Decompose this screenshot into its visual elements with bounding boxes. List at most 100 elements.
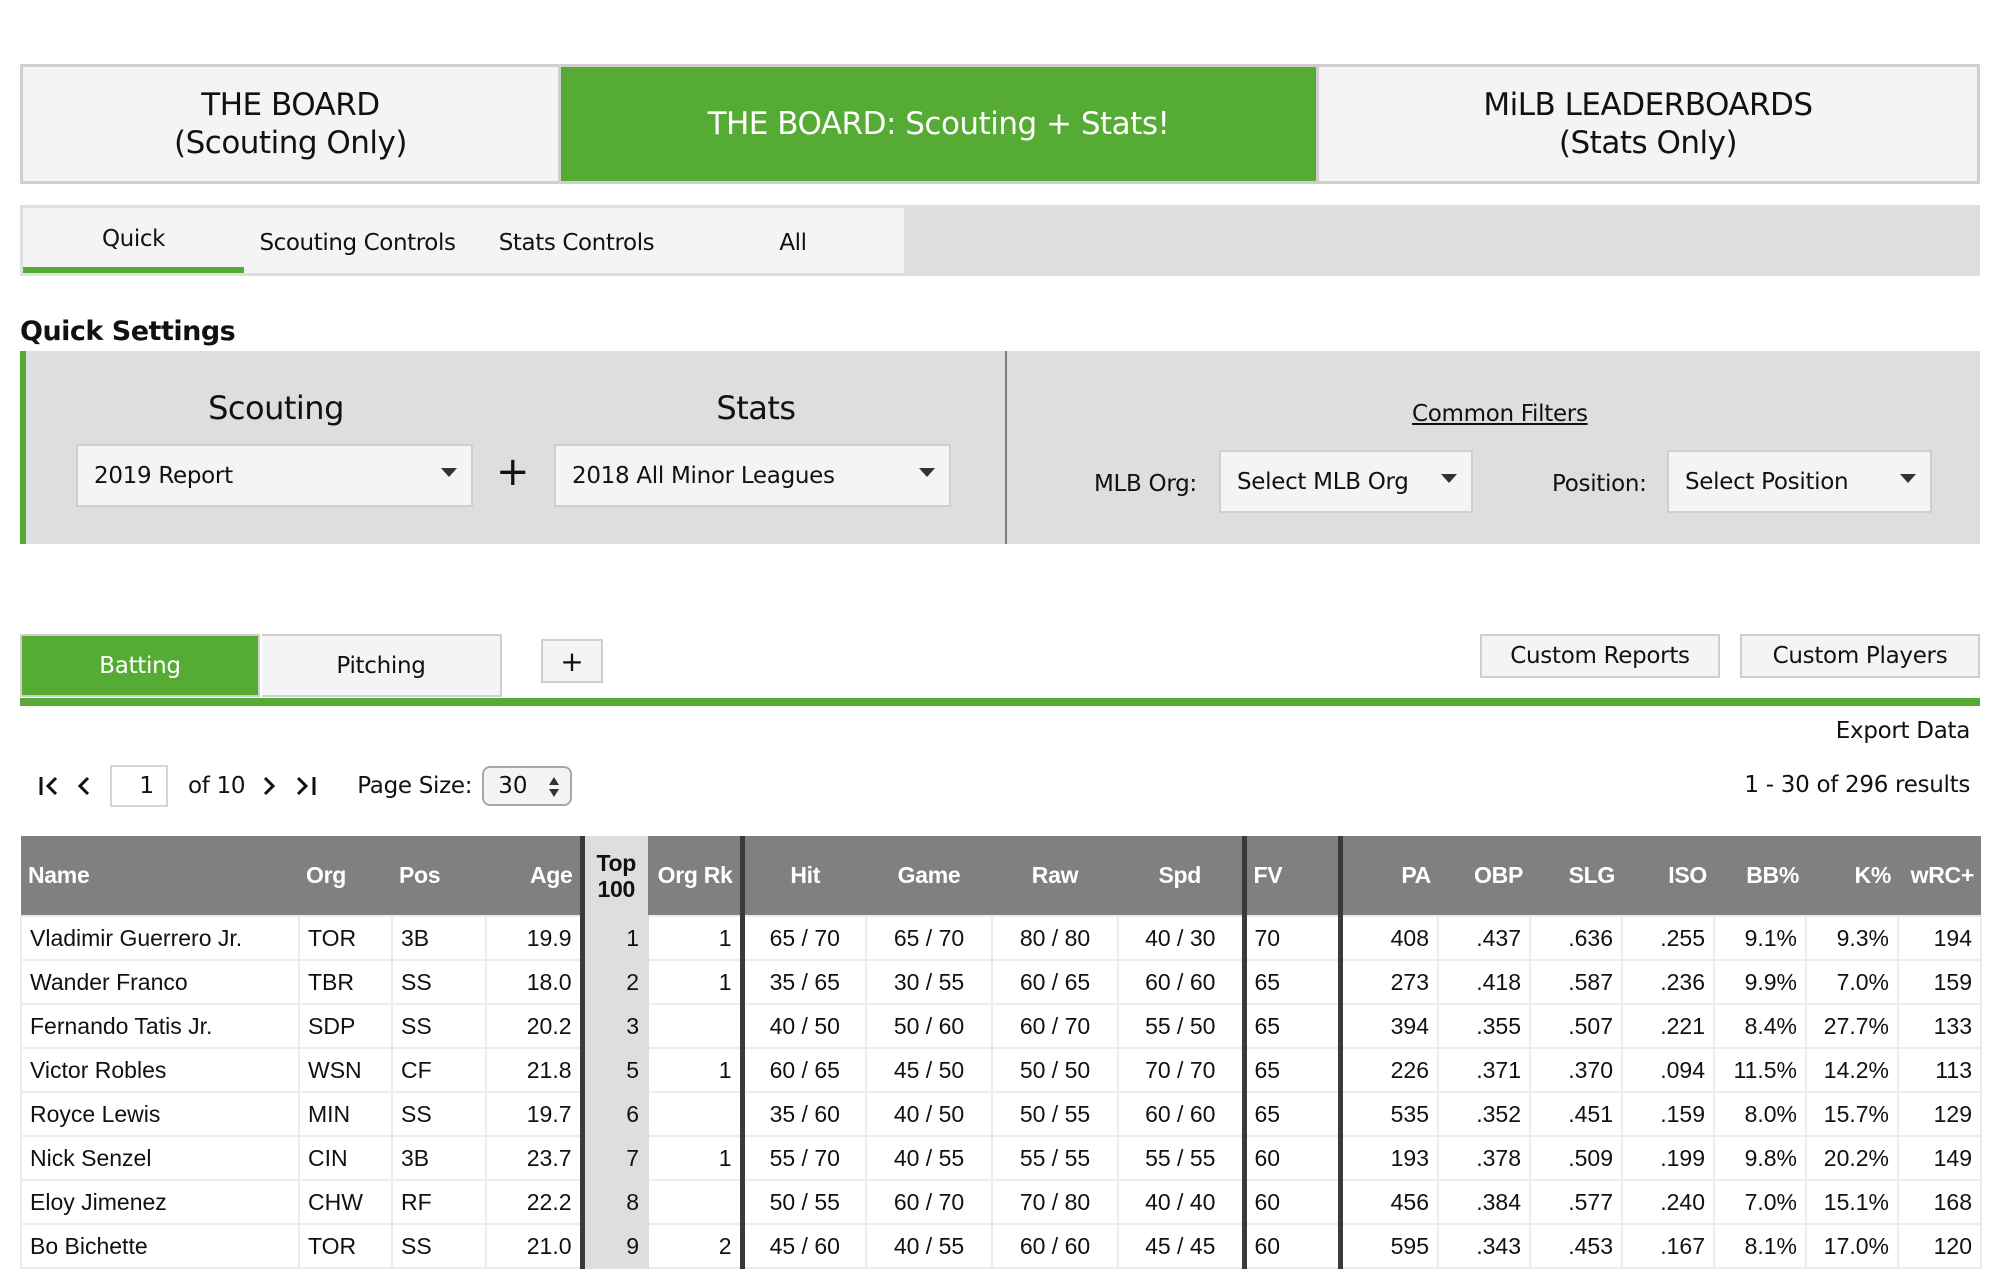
col-header-pos[interactable]: Pos [392, 836, 486, 916]
table-row[interactable]: Victor Robles WSN CF 21.8 5 1 60 / 65 45 / 50 50… [20, 1047, 1982, 1093]
cell-wrc-plus: 149 [1897, 1135, 1982, 1181]
cell-name[interactable]: Royce Lewis [20, 1091, 300, 1137]
col-header-wrc-plus[interactable]: wRC+ [1898, 836, 1981, 916]
subtab-quick[interactable]: Quick [23, 208, 244, 273]
cell-age: 21.8 [485, 1047, 583, 1093]
col-header-obp[interactable]: OBP [1438, 836, 1530, 916]
cell-name[interactable]: Nick Senzel [20, 1135, 300, 1181]
cell-age: 19.7 [485, 1091, 583, 1137]
subtab-stats-controls[interactable]: Stats Controls [471, 208, 682, 273]
cell-obp: .437 [1437, 915, 1531, 961]
table-row[interactable]: Fernando Tatis Jr. SDP SS 20.2 3 40 / 50 50 / … [20, 1003, 1982, 1049]
cell-fv: 60 [1241, 1223, 1341, 1269]
col-header-iso[interactable]: ISO [1622, 836, 1714, 916]
quick-settings-title: Quick Settings [20, 316, 236, 347]
select-value: Select MLB Org [1237, 468, 1409, 495]
cell-obp: .418 [1437, 959, 1531, 1005]
cell-spd: 45 / 45 [1117, 1223, 1245, 1269]
cell-raw: 50 / 50 [991, 1047, 1119, 1093]
tab-the-board-scouting-only[interactable]: THE BOARD (Scouting Only) [23, 67, 558, 181]
col-header-bb-pct[interactable]: BB% [1714, 836, 1806, 916]
cell-slg: .370 [1529, 1047, 1623, 1093]
custom-reports-button[interactable]: Custom Reports [1480, 634, 1720, 678]
col-header-pa[interactable]: PA [1337, 836, 1438, 916]
cell-name[interactable]: Eloy Jimenez [20, 1179, 300, 1225]
cell-game: 45 / 50 [865, 1047, 993, 1093]
subtab-all[interactable]: All [682, 208, 904, 273]
tab-batting[interactable]: Batting [20, 634, 260, 697]
mlb-org-select[interactable]: Select MLB Org [1219, 450, 1473, 513]
col-header-org-rk[interactable]: Org Rk [648, 836, 742, 916]
col-header-spd[interactable]: Spd [1118, 836, 1244, 916]
tab-the-board-scouting-stats[interactable]: THE BOARD: Scouting + Stats! [561, 67, 1316, 181]
next-page-icon[interactable] [255, 771, 283, 801]
table-row[interactable]: Eloy Jimenez CHW RF 22.2 8 50 / 55 60 / 70 70 /… [20, 1179, 1982, 1225]
table-row[interactable]: Vladimir Guerrero Jr. TOR 3B 19.9 1 1 65 / 70 6… [20, 915, 1982, 961]
prospects-table: Name Org Pos Age Top 100 Org Rk Hit Game… [20, 836, 1982, 1269]
cell-name[interactable]: Bo Bichette [20, 1223, 300, 1269]
cell-top100: 9 [579, 1223, 649, 1269]
custom-players-button[interactable]: Custom Players [1740, 634, 1980, 678]
cell-spd: 60 / 60 [1117, 1091, 1245, 1137]
stats-source-select[interactable]: 2018 All Minor Leagues [554, 444, 951, 507]
table-row[interactable]: Bo Bichette TOR SS 21.0 9 2 45 / 60 40 / 55 60 /… [20, 1223, 1982, 1269]
cell-pa: 535 [1337, 1091, 1439, 1137]
col-header-org[interactable]: Org [299, 836, 392, 916]
cell-name[interactable]: Victor Robles [20, 1047, 300, 1093]
select-value: Select Position [1685, 468, 1849, 495]
first-page-icon[interactable] [36, 771, 64, 801]
table-header-row: Name Org Pos Age Top 100 Org Rk Hit Game… [21, 836, 1981, 916]
tab-milb-leaderboards[interactable]: MiLB LEADERBOARDS (Stats Only) [1319, 67, 1977, 181]
col-header-game[interactable]: Game [866, 836, 992, 916]
position-label: Position: [1552, 471, 1647, 497]
export-data-link[interactable]: Export Data [1836, 718, 1971, 744]
cell-spd: 55 / 55 [1117, 1135, 1245, 1181]
position-select[interactable]: Select Position [1667, 450, 1932, 513]
mlb-org-label: MLB Org: [1094, 471, 1197, 497]
table-row[interactable]: Wander Franco TBR SS 18.0 2 1 35 / 65 30 / 55 60… [20, 959, 1982, 1005]
caret-down-icon [1441, 474, 1457, 483]
cell-spd: 40 / 30 [1117, 915, 1245, 961]
col-header-name[interactable]: Name [21, 836, 299, 916]
scouting-report-select[interactable]: 2019 Report [76, 444, 473, 507]
cell-k-pct: 20.2% [1805, 1135, 1899, 1181]
cell-name[interactable]: Wander Franco [20, 959, 300, 1005]
cell-pos: SS [391, 1091, 487, 1137]
col-header-hit[interactable]: Hit [739, 836, 866, 916]
subtab-scouting-controls[interactable]: Scouting Controls [244, 208, 471, 273]
col-header-raw[interactable]: Raw [992, 836, 1118, 916]
cell-wrc-plus: 159 [1897, 959, 1982, 1005]
cell-k-pct: 15.7% [1805, 1091, 1899, 1137]
cell-name[interactable]: Fernando Tatis Jr. [20, 1003, 300, 1049]
table-row[interactable]: Royce Lewis MIN SS 19.7 6 35 / 60 40 / 50 50 / … [20, 1091, 1982, 1137]
add-view-button[interactable]: + [541, 639, 603, 683]
cell-age: 21.0 [485, 1223, 583, 1269]
cell-top100: 5 [579, 1047, 649, 1093]
cell-bb-pct: 9.8% [1713, 1135, 1807, 1181]
col-header-top100[interactable]: Top 100 [579, 836, 648, 916]
cell-top100: 3 [579, 1003, 649, 1049]
cell-raw: 55 / 55 [991, 1135, 1119, 1181]
page-number-input[interactable] [110, 765, 168, 807]
table-row[interactable]: Nick Senzel CIN 3B 23.7 7 1 55 / 70 40 / 55 55 /… [20, 1135, 1982, 1181]
cell-org: TOR [298, 915, 393, 961]
tab-pitching[interactable]: Pitching [262, 634, 502, 697]
cell-org-rk: 1 [647, 1135, 743, 1181]
top-nav: THE BOARD (Scouting Only) THE BOARD: Sco… [20, 64, 1980, 184]
last-page-icon[interactable] [291, 771, 319, 801]
previous-page-icon[interactable] [70, 771, 98, 801]
cell-hit: 45 / 60 [739, 1223, 867, 1269]
cell-fv: 65 [1241, 1047, 1341, 1093]
cell-obp: .371 [1437, 1047, 1531, 1093]
col-header-age[interactable]: Age [486, 836, 582, 916]
cell-name[interactable]: Vladimir Guerrero Jr. [20, 915, 300, 961]
col-header-k-pct[interactable]: K% [1806, 836, 1898, 916]
col-header-slg[interactable]: SLG [1530, 836, 1622, 916]
col-header-fv[interactable]: FV [1241, 836, 1340, 916]
tab-sublabel: (Stats Only) [1558, 125, 1738, 161]
page-size-select[interactable]: 30 [482, 766, 573, 806]
cell-spd: 60 / 60 [1117, 959, 1245, 1005]
caret-down-icon [1900, 474, 1916, 483]
cell-pos: RF [391, 1179, 487, 1225]
cell-org: CIN [298, 1135, 393, 1181]
